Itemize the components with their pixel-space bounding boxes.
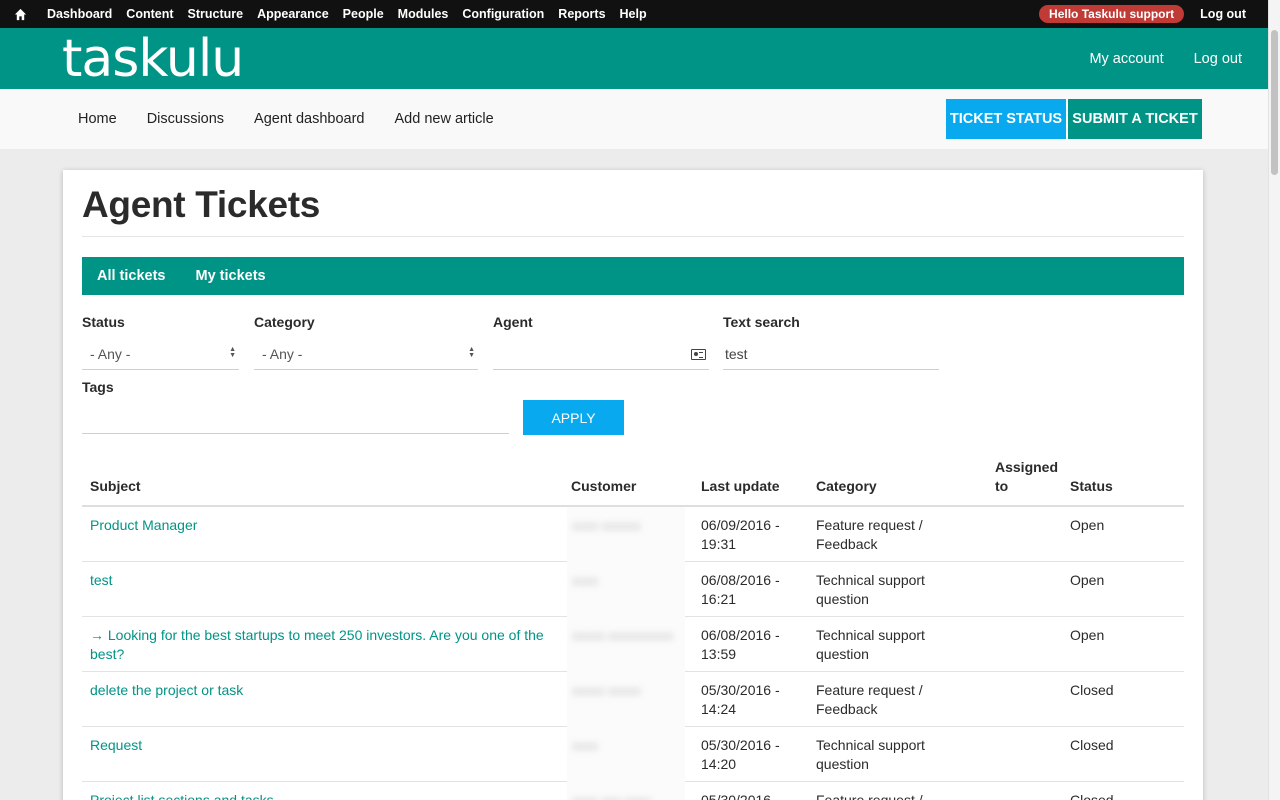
table-row: Project list sections and tasks xxxx xxx… bbox=[82, 782, 1184, 800]
table-row: Request xxxx 05/30/2016 - 14:20 Technica… bbox=[82, 727, 1184, 782]
customer-name: xxxx xxxxxx bbox=[572, 518, 641, 533]
tags-input[interactable] bbox=[82, 402, 509, 434]
status-cell: Closed bbox=[1070, 737, 1114, 753]
select-arrows-icon: ▲ ▼ bbox=[229, 346, 236, 359]
admin-menu-people[interactable]: People bbox=[336, 0, 391, 28]
column-header-assigned-to[interactable]: Assigned to bbox=[995, 458, 1058, 496]
last-update-cell: 06/08/2016 - 13:59 bbox=[701, 627, 780, 662]
ticket-status-button[interactable]: TICKET STATUS bbox=[946, 99, 1066, 139]
table-row: delete the project or task xxxxx xxxxx 0… bbox=[82, 672, 1184, 727]
admin-menu-configuration[interactable]: Configuration bbox=[455, 0, 551, 28]
customer-cell-redacted: xxxx xxxxxx bbox=[567, 507, 685, 562]
last-update-cell: 06/08/2016 - 16:21 bbox=[701, 572, 780, 607]
admin-toolbar: Dashboard Content Structure Appearance P… bbox=[0, 0, 1268, 28]
customer-cell-redacted: xxxxx xxxxx bbox=[567, 672, 685, 727]
user-greeting-badge[interactable]: Hello Taskulu support bbox=[1039, 5, 1185, 23]
nav-add-new-article[interactable]: Add new article bbox=[380, 111, 509, 127]
scrollbar-thumb[interactable] bbox=[1271, 30, 1278, 175]
admin-menu-dashboard[interactable]: Dashboard bbox=[40, 0, 119, 28]
last-update-cell: 05/30/2016 - 14:20 bbox=[701, 737, 780, 772]
column-header-subject[interactable]: Subject bbox=[90, 477, 141, 496]
tab-all-tickets[interactable]: All tickets bbox=[82, 268, 181, 284]
select-arrows-icon: ▲ ▼ bbox=[468, 346, 475, 359]
ticket-subject-link[interactable]: Request bbox=[90, 736, 565, 755]
last-update-cell: 06/09/2016 - 19:31 bbox=[701, 517, 780, 552]
status-cell: Closed bbox=[1070, 682, 1114, 698]
title-divider bbox=[82, 236, 1184, 237]
page-title: Agent Tickets bbox=[82, 184, 321, 225]
admin-menu-appearance[interactable]: Appearance bbox=[250, 0, 336, 28]
category-cell: Technical support question bbox=[816, 572, 925, 607]
ticket-subject-link[interactable]: delete the project or task bbox=[90, 681, 565, 700]
page-scrollbar[interactable] bbox=[1268, 0, 1280, 800]
assigned-header-line1: Assigned bbox=[995, 459, 1059, 475]
admin-menu-reports[interactable]: Reports bbox=[551, 0, 612, 28]
contact-card-icon[interactable] bbox=[691, 349, 706, 360]
status-select-value: - Any - bbox=[90, 345, 131, 362]
ticket-subject-link[interactable]: Project list sections and tasks bbox=[90, 791, 565, 800]
assigned-header-line2: to bbox=[995, 478, 1009, 494]
nav-home[interactable]: Home bbox=[63, 111, 132, 127]
text-search-label: Text search bbox=[723, 314, 800, 330]
site-header: taskulu My account Log out bbox=[0, 28, 1268, 89]
category-select-value: - Any - bbox=[262, 345, 303, 362]
ticket-tabs: All tickets My tickets bbox=[82, 257, 1184, 295]
status-cell: Closed bbox=[1070, 792, 1114, 800]
category-select[interactable]: - Any - ▲ ▼ bbox=[254, 338, 478, 370]
table-row: test xxxx 06/08/2016 - 16:21 Technical s… bbox=[82, 562, 1184, 617]
status-cell: Open bbox=[1070, 517, 1105, 533]
logout-link[interactable]: Log out bbox=[1194, 51, 1242, 67]
customer-cell-redacted: xxxx bbox=[567, 562, 685, 617]
category-cell: Feature request / Feedback bbox=[816, 682, 923, 717]
column-header-status[interactable]: Status bbox=[1070, 477, 1113, 496]
agent-filter-label: Agent bbox=[493, 314, 533, 330]
customer-name: xxxxx xxxxx bbox=[572, 683, 641, 698]
last-update-cell: 05/30/2016 - 14:24 bbox=[701, 682, 780, 717]
category-cell: Technical support question bbox=[816, 627, 925, 662]
table-row: → Looking for the best startups to meet … bbox=[82, 617, 1184, 672]
status-select[interactable]: - Any - ▲ ▼ bbox=[82, 338, 239, 370]
customer-cell-redacted: xxxxx xxxxxxxxxx bbox=[567, 617, 685, 672]
tickets-card: Agent Tickets All tickets My tickets Sta… bbox=[63, 170, 1203, 800]
my-account-link[interactable]: My account bbox=[1089, 51, 1163, 67]
customer-cell-redacted: xxxx bbox=[567, 727, 685, 782]
nav-discussions[interactable]: Discussions bbox=[132, 111, 239, 127]
category-filter-label: Category bbox=[254, 314, 315, 330]
last-update-cell: 05/30/2016 - 14:11 bbox=[701, 792, 780, 800]
customer-name: xxxx xxx xxxx bbox=[572, 791, 685, 800]
category-cell: Feature request / Feedback bbox=[816, 792, 923, 800]
main-navigation: Home Discussions Agent dashboard Add new… bbox=[0, 89, 1268, 149]
text-search-input[interactable]: test bbox=[723, 338, 939, 370]
ticket-subject-link[interactable]: → Looking for the best startups to meet … bbox=[90, 626, 565, 664]
ticket-subject-link[interactable]: test bbox=[90, 571, 565, 590]
customer-name: xxxx bbox=[572, 738, 598, 753]
tab-my-tickets[interactable]: My tickets bbox=[181, 268, 281, 284]
apply-button[interactable]: APPLY bbox=[523, 400, 624, 435]
ticket-subject-link[interactable]: Product Manager bbox=[90, 516, 565, 535]
admin-menu-structure[interactable]: Structure bbox=[181, 0, 251, 28]
admin-menu-content[interactable]: Content bbox=[119, 0, 180, 28]
category-cell: Feature request / Feedback bbox=[816, 517, 923, 552]
column-header-category[interactable]: Category bbox=[816, 477, 877, 496]
admin-menu-modules[interactable]: Modules bbox=[391, 0, 456, 28]
tags-filter-label: Tags bbox=[82, 379, 114, 395]
category-cell: Technical support question bbox=[816, 737, 925, 772]
table-row: Product Manager xxxx xxxxxx 06/09/2016 -… bbox=[82, 507, 1184, 562]
admin-menu-help[interactable]: Help bbox=[613, 0, 654, 28]
column-header-last-update[interactable]: Last update bbox=[701, 477, 780, 496]
submit-ticket-button[interactable]: SUBMIT A TICKET bbox=[1068, 99, 1202, 139]
customer-name: xxxx bbox=[572, 573, 598, 588]
customer-cell-redacted: xxxx xxx xxxx bbox=[567, 782, 685, 800]
taskulu-logo[interactable]: taskulu bbox=[62, 31, 244, 87]
nav-agent-dashboard[interactable]: Agent dashboard bbox=[239, 111, 379, 127]
home-icon[interactable] bbox=[0, 0, 40, 28]
customer-name: xxxxx xxxxxxxxxx bbox=[572, 628, 674, 643]
text-search-value: test bbox=[725, 345, 748, 362]
status-filter-label: Status bbox=[82, 314, 125, 330]
status-cell: Open bbox=[1070, 627, 1105, 643]
status-cell: Open bbox=[1070, 572, 1105, 588]
agent-input[interactable] bbox=[493, 338, 709, 370]
column-header-customer[interactable]: Customer bbox=[571, 477, 636, 496]
admin-logout-link[interactable]: Log out bbox=[1192, 7, 1248, 21]
